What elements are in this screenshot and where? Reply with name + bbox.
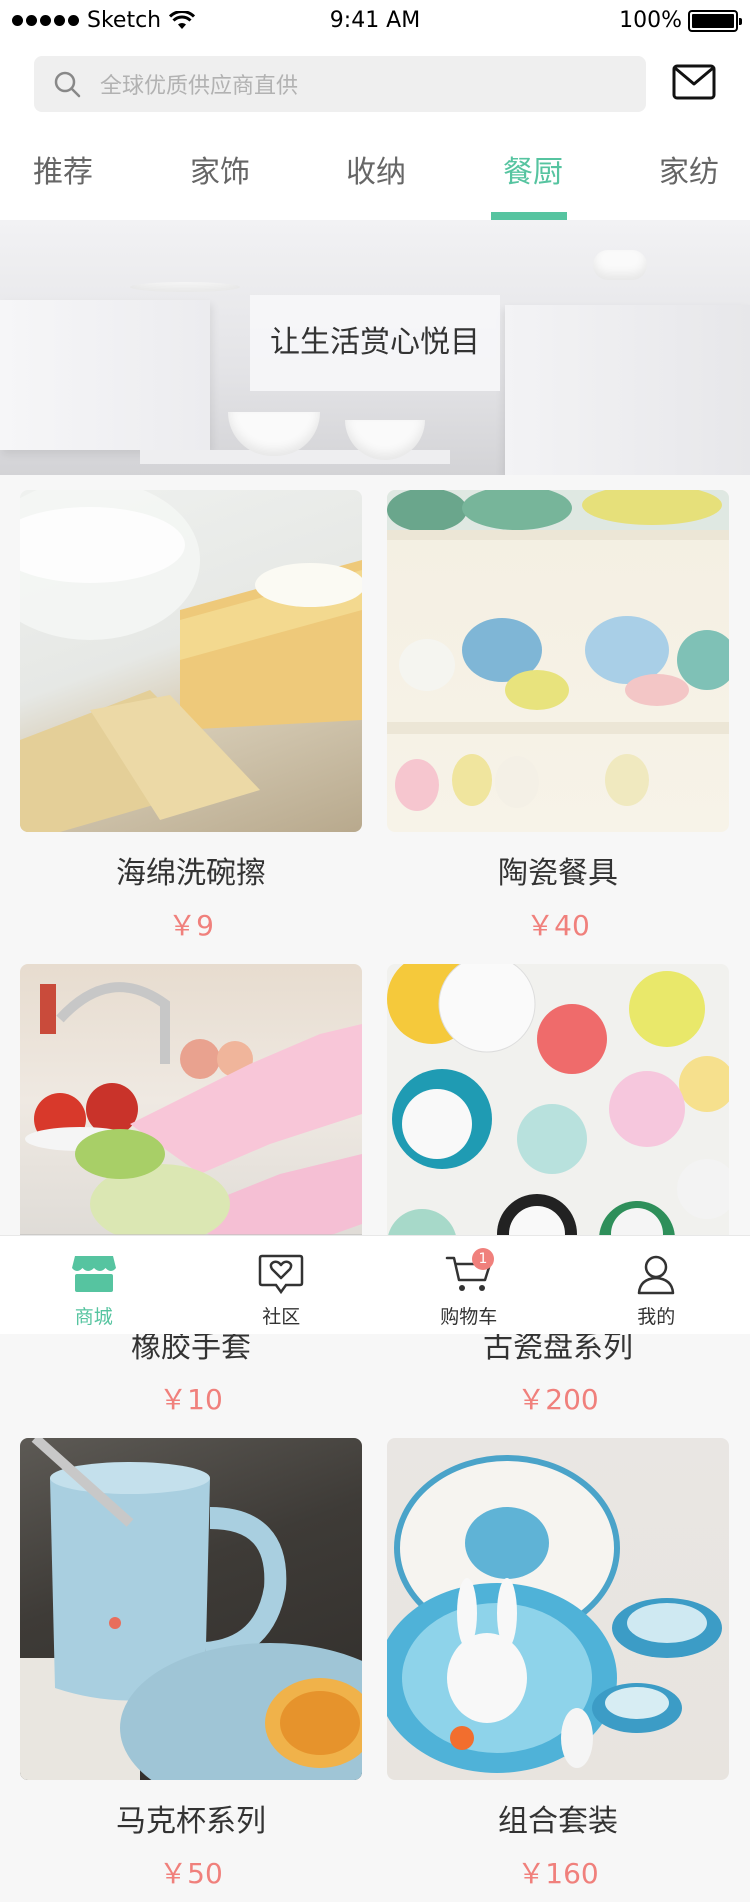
product-name: 海绵洗碗擦 — [116, 856, 266, 891]
tab-home-decor[interactable]: 家饰 — [160, 132, 280, 220]
cart-badge: 1 — [472, 1248, 494, 1270]
product-card[interactable]: 海绵洗碗擦 ￥9 — [20, 490, 362, 944]
store-icon — [71, 1252, 117, 1296]
bottom-nav: 商城 社区 1 购物车 我的 — [0, 1235, 750, 1334]
tab-storage[interactable]: 收纳 — [316, 132, 436, 220]
product-price: ￥160 — [517, 1857, 599, 1890]
nav-label: 我的 — [637, 1306, 676, 1328]
nav-item-cart[interactable]: 1 购物车 — [375, 1236, 563, 1334]
category-tabs: 推荐 家饰 收纳 餐厨 家纺 — [0, 132, 750, 220]
product-price: ￥10 — [159, 1383, 223, 1416]
profile-icon — [636, 1252, 676, 1296]
tab-home-textile[interactable]: 家纺 — [629, 132, 749, 220]
tab-kitchen[interactable]: 餐厨 — [473, 132, 593, 220]
product-name: 马克杯系列 — [116, 1804, 266, 1839]
banner-plate — [130, 282, 240, 292]
combo-set-image — [387, 1438, 729, 1780]
product-name: 橡胶手套 — [131, 1330, 251, 1365]
battery-icon — [688, 9, 742, 32]
product-card[interactable]: 古瓷盘系列 ￥200 — [387, 964, 729, 1418]
product-price: ￥9 — [168, 909, 214, 942]
search-row: 全球优质供应商直供 — [0, 44, 750, 132]
nav-item-community[interactable]: 社区 — [188, 1236, 376, 1334]
banner-pedestal-right — [505, 305, 750, 475]
banner-pedestal-left — [0, 300, 210, 450]
search-input[interactable]: 全球优质供应商直供 — [34, 56, 646, 112]
sponge-image — [20, 490, 362, 832]
ceramic-tableware-image — [387, 490, 729, 832]
mail-icon[interactable] — [672, 64, 716, 100]
product-price: ￥40 — [526, 909, 590, 942]
nav-label: 商城 — [74, 1306, 113, 1328]
status-right: 100% — [619, 8, 742, 33]
banner-bowl — [593, 250, 647, 280]
search-icon — [52, 69, 82, 99]
product-price: ￥200 — [517, 1383, 599, 1416]
product-name: 陶瓷餐具 — [498, 856, 618, 891]
nav-label: 社区 — [262, 1306, 301, 1328]
product-name: 古瓷盘系列 — [483, 1330, 633, 1365]
community-icon — [258, 1252, 304, 1296]
tab-recommend[interactable]: 推荐 — [3, 132, 123, 220]
product-name: 组合套装 — [498, 1804, 618, 1839]
product-price: ￥50 — [159, 1857, 223, 1890]
product-card[interactable]: 陶瓷餐具 ￥40 — [387, 490, 729, 944]
product-card[interactable]: 马克杯系列 ￥50 — [20, 1438, 362, 1892]
status-bar: Sketch 9:41 AM 100% — [0, 0, 750, 44]
nav-item-store[interactable]: 商城 — [0, 1236, 188, 1334]
banner[interactable]: 让生活赏心悦目 — [0, 220, 750, 475]
search-placeholder: 全球优质供应商直供 — [100, 74, 299, 99]
banner-caption: 让生活赏心悦目 — [250, 295, 500, 391]
product-card[interactable]: 橡胶手套 ￥10 — [20, 964, 362, 1418]
nav-label: 购物车 — [440, 1306, 498, 1328]
battery-percentage: 100% — [619, 8, 682, 33]
tab-indicator — [491, 212, 567, 220]
mug-image — [20, 1438, 362, 1780]
product-card[interactable]: 组合套装 ￥160 — [387, 1438, 729, 1892]
nav-item-profile[interactable]: 我的 — [563, 1236, 750, 1334]
